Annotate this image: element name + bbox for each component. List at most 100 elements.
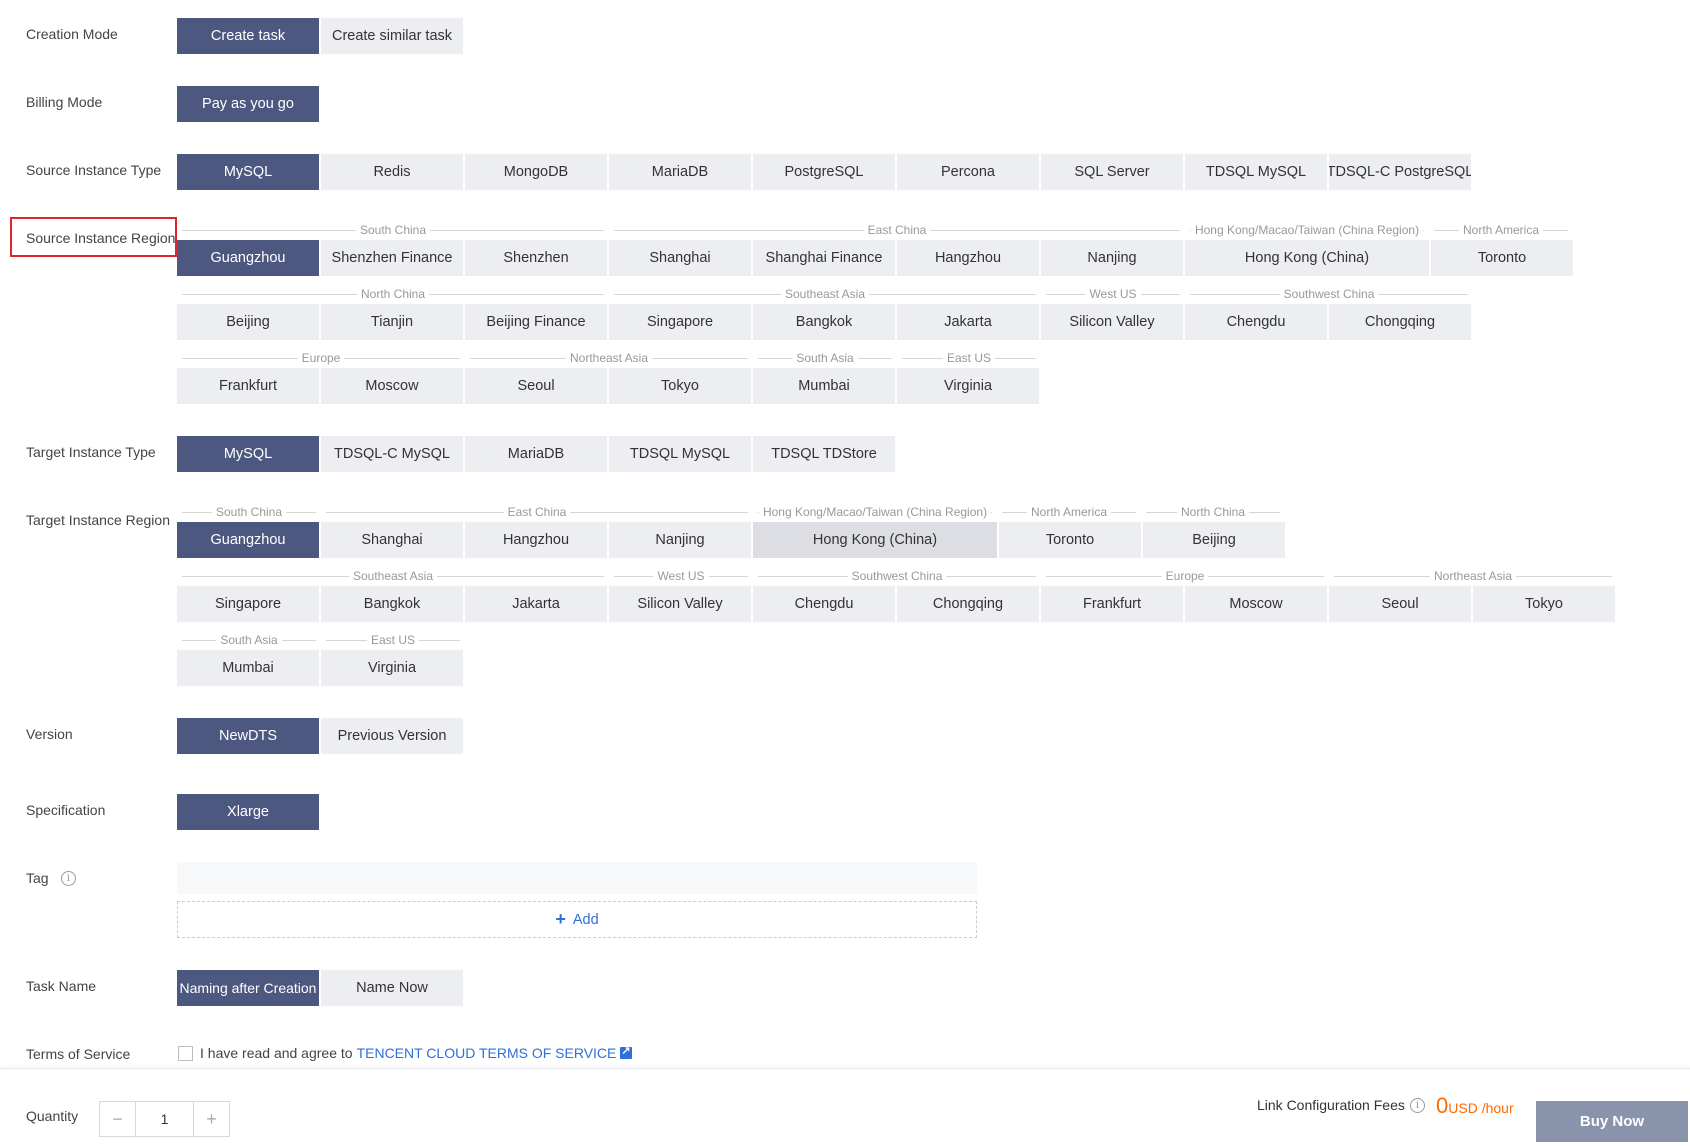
source-type-tdsql-mysql[interactable]: TDSQL MySQL [1185,154,1327,190]
target-region-singapore[interactable]: Singapore [177,586,319,622]
source-region-shanghai[interactable]: Shanghai [609,240,751,276]
source-region-seoul[interactable]: Seoul [465,368,607,404]
billing-mode-label: Billing Mode [26,94,103,110]
terms-agree-text: I have read and agree to [200,1045,353,1061]
terms-checkbox[interactable] [178,1046,193,1061]
version-newdts[interactable]: NewDTS [177,718,319,754]
tag-list-area [177,862,977,894]
region-group-south-asia: South Asia [758,351,892,365]
source-region-shenzhen[interactable]: Shenzhen [465,240,607,276]
target-region-moscow[interactable]: Moscow [1185,586,1327,622]
target-region-tokyo[interactable]: Tokyo [1473,586,1615,622]
region-group-north-china: North China [182,287,604,301]
terms-link[interactable]: TENCENT CLOUD TERMS OF SERVICE [357,1045,617,1061]
decrease-button[interactable]: − [100,1102,135,1136]
pay-as-you-go-option[interactable]: Pay as you go [177,86,319,122]
buy-now-button[interactable]: Buy Now [1536,1101,1688,1142]
create-task-option[interactable]: Create task [177,18,319,54]
region-group-west-us: West US [1046,287,1180,301]
target-type-tdsql-mysql[interactable]: TDSQL MySQL [609,436,751,472]
region-group-north-america: North America [1434,223,1568,237]
source-region-beijing-finance[interactable]: Beijing Finance [465,304,607,340]
region-group-south-china: South China [182,223,604,237]
source-region-shanghai-finance[interactable]: Shanghai Finance [753,240,895,276]
source-type-label: Source Instance Type [26,162,162,178]
source-type-mariadb[interactable]: MariaDB [609,154,751,190]
name-now-option[interactable]: Name Now [321,970,463,1006]
spec-xlarge[interactable]: Xlarge [177,794,319,830]
target-type-label: Target Instance Type [26,444,156,460]
source-region-moscow[interactable]: Moscow [321,368,463,404]
target-group-north-america: North America [1002,505,1136,519]
source-region-shenzhen-finance[interactable]: Shenzhen Finance [321,240,463,276]
target-region-chengdu[interactable]: Chengdu [753,586,895,622]
source-region-tokyo[interactable]: Tokyo [609,368,751,404]
target-group-northeast-asia: Northeast Asia [1334,569,1612,583]
version-previous[interactable]: Previous Version [321,718,463,754]
target-region-guangzhou[interactable]: Guangzhou [177,522,319,558]
target-group-north-china: North China [1146,505,1280,519]
source-region-hong-kong[interactable]: Hong Kong (China) [1185,240,1429,276]
target-region-virginia[interactable]: Virginia [321,650,463,686]
plus-icon: + [555,909,566,929]
target-region-label: Target Instance Region [26,512,170,528]
target-type-tdsql-c-mysql[interactable]: TDSQL-C MySQL [321,436,463,472]
source-region-beijing[interactable]: Beijing [177,304,319,340]
target-region-mumbai[interactable]: Mumbai [177,650,319,686]
target-type-mariadb[interactable]: MariaDB [465,436,607,472]
target-region-silicon-valley[interactable]: Silicon Valley [609,586,751,622]
fee-info-icon[interactable]: i [1410,1098,1425,1113]
source-type-percona[interactable]: Percona [897,154,1039,190]
fee-amount: 0 USD /hour [1436,1093,1514,1119]
target-region-chongqing[interactable]: Chongqing [897,586,1039,622]
quantity-input[interactable]: 1 [135,1102,194,1136]
target-region-frankfurt[interactable]: Frankfurt [1041,586,1183,622]
source-region-chengdu[interactable]: Chengdu [1185,304,1327,340]
target-type-mysql[interactable]: MySQL [177,436,319,472]
create-similar-task-option[interactable]: Create similar task [321,18,463,54]
target-group-southwest-china: Southwest China [758,569,1036,583]
target-region-jakarta[interactable]: Jakarta [465,586,607,622]
source-type-postgresql[interactable]: PostgreSQL [753,154,895,190]
source-type-mongodb[interactable]: MongoDB [465,154,607,190]
source-region-virginia[interactable]: Virginia [897,368,1039,404]
increase-button[interactable]: + [194,1102,229,1136]
target-group-southeast-asia: Southeast Asia [182,569,604,583]
target-region-seoul[interactable]: Seoul [1329,586,1471,622]
source-region-bangkok[interactable]: Bangkok [753,304,895,340]
source-region-tianjin[interactable]: Tianjin [321,304,463,340]
source-region-chongqing[interactable]: Chongqing [1329,304,1471,340]
target-region-beijing[interactable]: Beijing [1143,522,1285,558]
source-type-redis[interactable]: Redis [321,154,463,190]
region-group-east-china: East China [614,223,1180,237]
add-tag-button[interactable]: + Add [177,901,977,938]
source-region-jakarta[interactable]: Jakarta [897,304,1039,340]
target-region-toronto[interactable]: Toronto [999,522,1141,558]
quantity-stepper: − 1 + [99,1101,230,1137]
source-region-nanjing[interactable]: Nanjing [1041,240,1183,276]
source-type-sql-server[interactable]: SQL Server [1041,154,1183,190]
target-region-nanjing[interactable]: Nanjing [609,522,751,558]
target-region-shanghai[interactable]: Shanghai [321,522,463,558]
target-region-hong-kong[interactable]: Hong Kong (China) [753,522,997,558]
source-region-singapore[interactable]: Singapore [609,304,751,340]
source-region-guangzhou[interactable]: Guangzhou [177,240,319,276]
source-region-toronto[interactable]: Toronto [1431,240,1573,276]
source-region-silicon-valley[interactable]: Silicon Valley [1041,304,1183,340]
source-region-hangzhou[interactable]: Hangzhou [897,240,1039,276]
source-type-mysql[interactable]: MySQL [177,154,319,190]
source-region-frankfurt[interactable]: Frankfurt [177,368,319,404]
source-type-tdsql-c-postgresql[interactable]: TDSQL-C PostgreSQL [1329,154,1471,190]
target-region-bangkok[interactable]: Bangkok [321,586,463,622]
region-group-hk-macao-taiwan: Hong Kong/Macao/Taiwan (China Region) [1190,223,1424,237]
target-region-hangzhou[interactable]: Hangzhou [465,522,607,558]
tag-info-icon[interactable]: i [61,871,76,886]
fee-value: 0 [1436,1093,1449,1118]
target-type-tdsql-tdstore[interactable]: TDSQL TDStore [753,436,895,472]
quantity-label: Quantity [26,1108,79,1124]
region-group-east-us: East US [902,351,1036,365]
source-region-mumbai[interactable]: Mumbai [753,368,895,404]
region-group-northeast-asia: Northeast Asia [470,351,748,365]
naming-after-creation-option[interactable]: Naming after Creation [177,970,319,1006]
external-link-icon[interactable] [620,1044,633,1059]
